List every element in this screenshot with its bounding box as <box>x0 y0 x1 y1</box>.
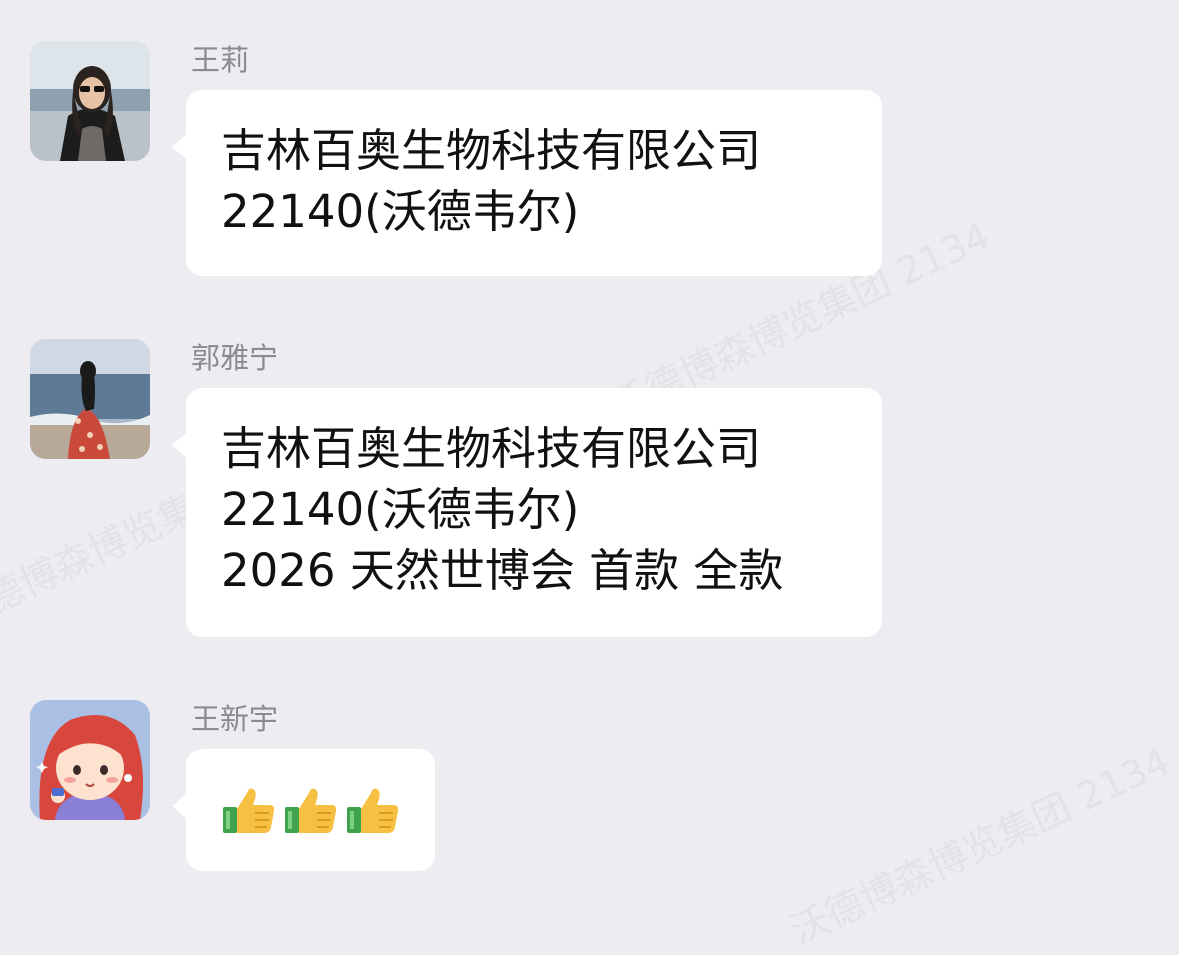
emoji-row <box>221 779 400 837</box>
photo-avatar-woman-sunglasses <box>30 41 150 161</box>
sender-name: 郭雅宁 <box>191 341 279 375</box>
message-text-line: 吉林百奥生物科技有限公司 <box>221 124 762 177</box>
photo-avatar-woman-beach <box>30 339 150 459</box>
sender-name: 王新宇 <box>191 702 279 736</box>
thumbs-up-icon <box>345 781 401 837</box>
avatar[interactable] <box>30 41 150 161</box>
avatar[interactable] <box>30 339 150 459</box>
sender-name: 王莉 <box>191 43 250 77</box>
message-text-line: 2026 天然世博会 首款 全款 <box>221 544 784 597</box>
message-text-line: 22140(沃德韦尔) <box>221 185 580 238</box>
message-text-line: 吉林百奥生物科技有限公司 <box>221 422 762 475</box>
watermark-text: 沃德博森博览集团 2134 <box>783 738 1177 954</box>
message-text-line: 22140(沃德韦尔) <box>221 483 580 536</box>
cartoon-avatar-red-hair-girl <box>30 700 150 820</box>
thumbs-up-icon <box>283 781 339 837</box>
avatar[interactable] <box>30 700 150 820</box>
message-bubble[interactable]: 吉林百奥生物科技有限公司 22140(沃德韦尔) <box>172 90 882 276</box>
chat-view: 沃德博森博览集团 2134 沃德博森博览集团 2134 沃德博森博览集团 213… <box>0 0 1179 953</box>
message-bubble[interactable]: 吉林百奥生物科技有限公司 22140(沃德韦尔) 2026 天然世博会 首款 全… <box>172 388 882 637</box>
message-bubble[interactable] <box>172 749 435 871</box>
thumbs-up-icon <box>221 781 277 837</box>
